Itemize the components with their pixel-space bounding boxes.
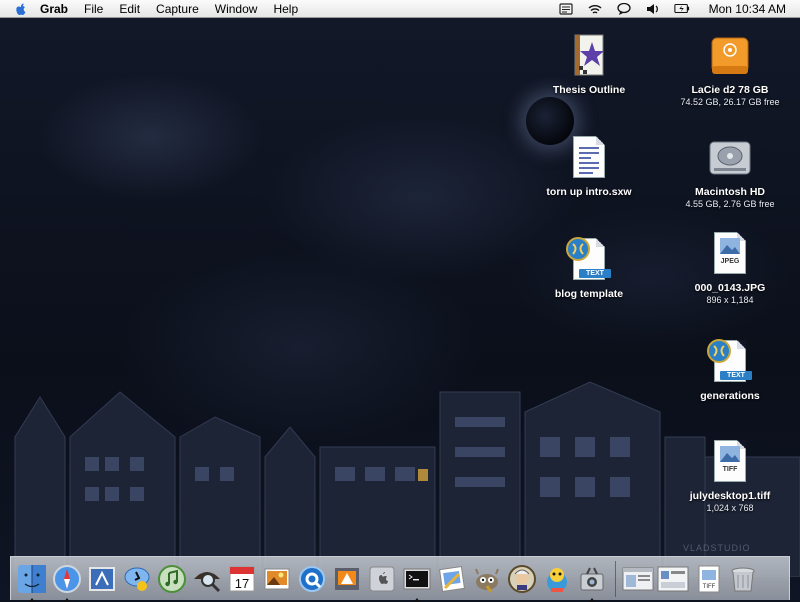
text-document-icon (565, 134, 613, 182)
icon-label: 000_0143.JPG (694, 282, 766, 294)
desktop-icon-macintosh-hd[interactable]: Macintosh HD 4.55 GB, 2.76 GB free (660, 134, 800, 209)
dock-ichat[interactable] (120, 562, 153, 595)
hard-drive-icon (706, 134, 754, 182)
running-indicator (414, 598, 420, 602)
menu-window[interactable]: Window (215, 2, 258, 16)
trash-icon (731, 567, 754, 591)
dock-iphoto[interactable] (260, 562, 293, 595)
adium-icon (546, 567, 567, 592)
menu-app-grab[interactable]: Grab (40, 2, 68, 16)
dock-trash[interactable] (726, 562, 759, 595)
ical-date: 17 (234, 576, 248, 591)
menu-capture[interactable]: Capture (156, 2, 199, 16)
script-icon[interactable] (558, 2, 574, 15)
icon-sublabel: 4.55 GB, 2.76 GB free (685, 199, 775, 209)
text-file-icon: TEXT (706, 338, 754, 386)
dock-safari[interactable] (50, 562, 83, 602)
mail-icon (88, 566, 115, 591)
sherlock-icon (193, 571, 220, 592)
window-thumbnail-icon (622, 567, 653, 590)
quicktime-icon (298, 565, 325, 592)
jpeg-file-icon: JPEG (706, 230, 754, 278)
dock: 17 TIFF (10, 556, 790, 602)
preview-icon (438, 565, 465, 592)
finder-icon (17, 564, 46, 593)
dock-adium[interactable] (540, 562, 573, 595)
dock-system-preferences[interactable] (365, 562, 398, 595)
desktop-icon-lacie-drive[interactable]: LaCie d2 78 GB 74.52 GB, 26.17 GB free (660, 32, 800, 107)
wifi-icon[interactable] (587, 2, 603, 15)
desktop-icon-jpg-file[interactable]: JPEG 000_0143.JPG 896 x 1,184 (660, 230, 800, 305)
menu-clock[interactable]: Mon 10:34 AM (709, 2, 786, 16)
icon-label: LaCie d2 78 GB (691, 84, 769, 96)
terminal-icon (403, 568, 430, 589)
ichat-icon (124, 567, 149, 591)
desktop-icon-torn-up-intro[interactable]: torn up intro.sxw (519, 134, 659, 198)
running-indicator (64, 598, 70, 602)
dock-ical[interactable]: 17 (225, 562, 258, 595)
volume-icon[interactable] (645, 2, 661, 15)
battery-icon[interactable] (673, 2, 690, 15)
wallpaper-watermark: VLADSTUDIO (683, 543, 751, 553)
star-document-icon (565, 32, 613, 80)
dock-finder[interactable] (15, 562, 48, 602)
text-file-icon: TEXT (565, 236, 613, 284)
icon-label: generations (700, 390, 760, 402)
icon-label: Thesis Outline (552, 84, 626, 96)
dock-preview[interactable] (435, 562, 468, 595)
external-drive-icon (706, 32, 754, 80)
ichat-status-icon[interactable] (616, 2, 632, 15)
window-thumbnail-icon (657, 566, 688, 591)
menu-help[interactable]: Help (273, 2, 298, 16)
menu-edit[interactable]: Edit (119, 2, 140, 16)
dock-gimp[interactable] (470, 562, 503, 595)
menu-extras: Mon 10:34 AM (558, 0, 786, 17)
icon-sublabel: 1,024 x 768 (706, 503, 754, 513)
dock-vlc[interactable] (330, 562, 363, 595)
icon-label: Macintosh HD (694, 186, 765, 198)
dock-itunes[interactable] (155, 562, 188, 595)
dock-grab[interactable] (575, 562, 608, 602)
icon-label: julydesktop1.tiff (689, 490, 771, 502)
text-badge: TEXT (579, 269, 611, 278)
apple-menu-icon[interactable] (14, 2, 28, 16)
tiff-badge: TIFF (702, 584, 715, 590)
ical-icon: 17 (229, 566, 254, 591)
desktop-icon-blog-template[interactable]: TEXT blog template (519, 236, 659, 300)
iphoto-icon (264, 568, 289, 589)
system-preferences-icon (369, 566, 394, 591)
safari-icon (52, 564, 81, 593)
dock-window-thumbnail-2[interactable] (656, 562, 689, 595)
icon-sublabel: 896 x 1,184 (706, 295, 754, 305)
icon-label: blog template (554, 288, 624, 300)
tiff-file-icon: TIFF (706, 438, 754, 486)
itunes-icon (157, 564, 186, 593)
mozart-icon (507, 564, 536, 593)
dock-separator (615, 560, 616, 597)
dock-sherlock[interactable] (190, 562, 223, 595)
vlc-icon (334, 567, 359, 590)
text-badge: TEXT (720, 371, 752, 380)
desktop-icon-thesis-outline[interactable]: Thesis Outline (519, 32, 659, 96)
dock-quicktime[interactable] (295, 562, 328, 595)
gimp-icon (474, 568, 499, 593)
dock-tiff-document[interactable]: TIFF (691, 562, 724, 595)
menu-bar: Grab File Edit Capture Window Help Mon 1… (0, 0, 800, 18)
dock-window-thumbnail-1[interactable] (621, 562, 654, 595)
desktop-icon-tiff-file[interactable]: TIFF julydesktop1.tiff 1,024 x 768 (660, 438, 800, 513)
dock-terminal[interactable] (400, 562, 433, 602)
running-indicator (29, 598, 35, 602)
dock-mail[interactable] (85, 562, 118, 595)
grab-icon (580, 567, 603, 590)
tiff-file-icon: TIFF (698, 565, 719, 592)
desktop-icon-generations[interactable]: TEXT generations (660, 338, 800, 402)
menu-file[interactable]: File (84, 2, 103, 16)
running-indicator (589, 598, 595, 602)
jpeg-badge: JPEG (720, 258, 740, 265)
dock-mozart[interactable] (505, 562, 538, 595)
icon-label: torn up intro.sxw (546, 186, 632, 198)
icon-sublabel: 74.52 GB, 26.17 GB free (680, 97, 780, 107)
tiff-badge: TIFF (722, 466, 738, 473)
